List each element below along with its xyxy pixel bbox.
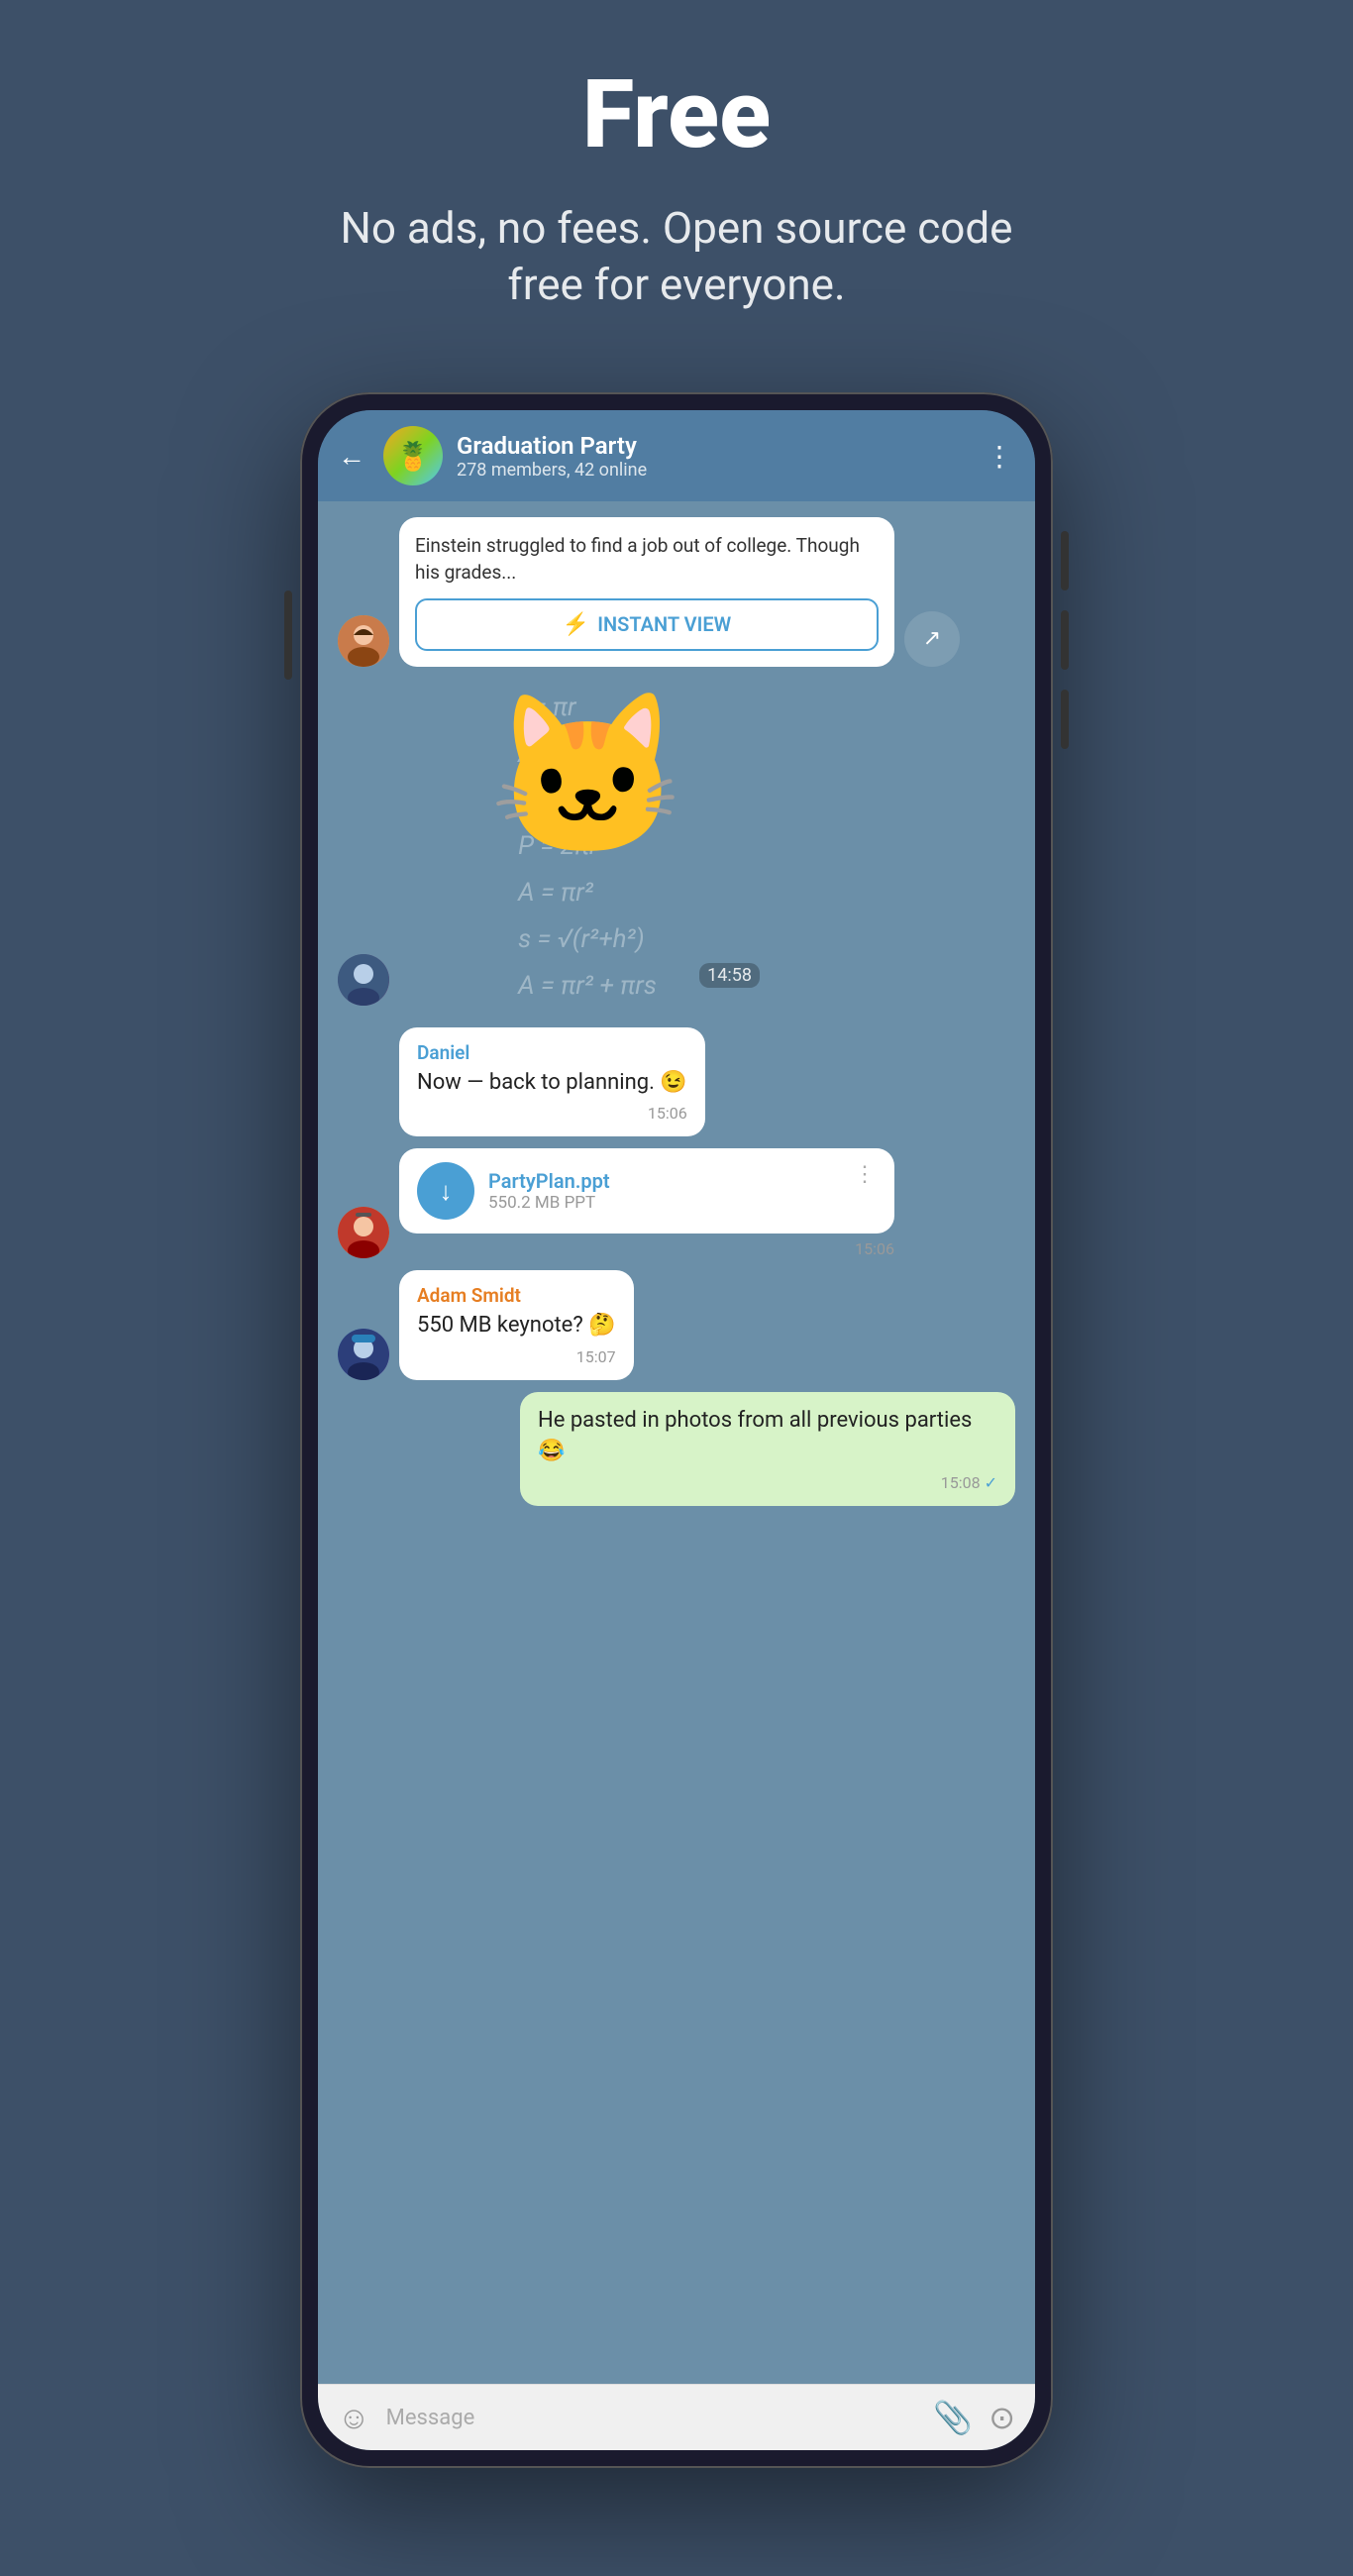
adam-message-meta: 15:07: [417, 1347, 616, 1366]
volume-button-mid: [1061, 610, 1069, 670]
daniel-message-text: Now — back to planning. 😉: [417, 1068, 687, 1099]
file-info: PartyPlan.ppt 550.2 MB PPT: [488, 1169, 840, 1213]
daniel-message-row: Daniel Now — back to planning. 😉 15:06: [338, 1027, 1015, 1137]
volume-button-bot: [1061, 690, 1069, 749]
sticker-container: t = πr A = V = l³ P = 2πr A = πr² s = √(…: [399, 698, 776, 996]
download-arrow: ↓: [440, 1176, 453, 1207]
own-message-time: 15:08: [941, 1473, 981, 1492]
share-button[interactable]: ↗: [904, 611, 960, 667]
chat-input-bar: ☺ Message 📎 ⊙: [318, 2384, 1035, 2450]
adam-sender-name: Adam Smidt: [417, 1284, 616, 1307]
adam-message-text: 550 MB keynote? 🤔: [417, 1311, 616, 1342]
own-message-meta: 15:08 ✓: [538, 1473, 997, 1492]
own-message-row: He pasted in photos from all previous pa…: [338, 1392, 1015, 1506]
instant-view-label: INSTANT VIEW: [597, 612, 731, 636]
avatar-placeholder-daniel: [338, 1085, 389, 1136]
side-button: [284, 590, 292, 680]
chat-header: ← 🍍 Graduation Party 278 members, 42 onl…: [318, 410, 1035, 501]
user-avatar-1: [338, 615, 389, 667]
volume-button-top: [1061, 531, 1069, 590]
link-message-row: Einstein struggled to find a job out of …: [338, 517, 1015, 666]
page-subtitle: No ads, no fees. Open source code free f…: [330, 200, 1023, 313]
phone-wrapper: ← 🍍 Graduation Party 278 members, 42 onl…: [300, 392, 1053, 2468]
share-icon: ↗: [923, 626, 941, 651]
file-message-bubble: ↓ PartyPlan.ppt 550.2 MB PPT ⋮: [399, 1148, 894, 1234]
link-preview-bubble: Einstein struggled to find a job out of …: [399, 517, 894, 666]
emoji-button[interactable]: ☺: [338, 2399, 370, 2436]
group-members: 278 members, 42 online: [457, 460, 972, 481]
adam-message-bubble: Adam Smidt 550 MB keynote? 🤔 15:07: [399, 1270, 634, 1380]
lightning-icon: ⚡: [563, 612, 589, 637]
attach-button[interactable]: 📎: [933, 2399, 973, 2436]
adam-message-time: 15:07: [576, 1347, 616, 1366]
file-meta: 15:06: [399, 1239, 894, 1258]
daniel-message-bubble: Daniel Now — back to planning. 😉 15:06: [399, 1027, 705, 1137]
phone-shell: ← 🍍 Graduation Party 278 members, 42 onl…: [300, 392, 1053, 2468]
cat-sticker: 🐱: [488, 698, 685, 996]
daniel-message-meta: 15:06: [417, 1104, 687, 1123]
own-message-bubble: He pasted in photos from all previous pa…: [520, 1392, 1015, 1506]
file-download-icon[interactable]: ↓: [417, 1162, 474, 1220]
link-preview-text: Einstein struggled to find a job out of …: [415, 533, 879, 586]
user-avatar-4: [338, 1329, 389, 1380]
daniel-message-time: 15:06: [648, 1104, 687, 1123]
user-avatar-3: [338, 1207, 389, 1258]
instant-view-button[interactable]: ⚡ INSTANT VIEW: [415, 598, 879, 651]
message-input[interactable]: Message: [386, 2406, 918, 2430]
phone-screen: ← 🍍 Graduation Party 278 members, 42 onl…: [318, 410, 1035, 2450]
header-menu-icon[interactable]: ⋮: [986, 440, 1015, 473]
sticker-time: 14:58: [699, 963, 760, 988]
daniel-sender-name: Daniel: [417, 1041, 687, 1064]
own-message-text: He pasted in photos from all previous pa…: [538, 1406, 997, 1467]
chat-body: Einstein struggled to find a job out of …: [318, 501, 1035, 2384]
file-name: PartyPlan.ppt: [488, 1169, 840, 1193]
chat-info: Graduation Party 278 members, 42 online: [457, 432, 972, 481]
file-menu-icon[interactable]: ⋮: [854, 1162, 877, 1187]
user-avatar-2: [338, 954, 389, 1006]
page-title: Free: [582, 59, 771, 170]
back-button[interactable]: ←: [338, 440, 365, 473]
file-size: 550.2 MB PPT: [488, 1193, 840, 1213]
file-time: 15:06: [855, 1239, 894, 1258]
file-message-row: ↓ PartyPlan.ppt 550.2 MB PPT ⋮ 15:06: [338, 1148, 1015, 1258]
sticker-message-row: t = πr A = V = l³ P = 2πr A = πr² s = √(…: [338, 689, 1015, 1006]
group-avatar: 🍍: [383, 426, 443, 485]
camera-button[interactable]: ⊙: [989, 2399, 1015, 2436]
message-check-icon: ✓: [985, 1473, 997, 1492]
adam-message-row: Adam Smidt 550 MB keynote? 🤔 15:07: [338, 1270, 1015, 1380]
group-name: Graduation Party: [457, 432, 972, 460]
